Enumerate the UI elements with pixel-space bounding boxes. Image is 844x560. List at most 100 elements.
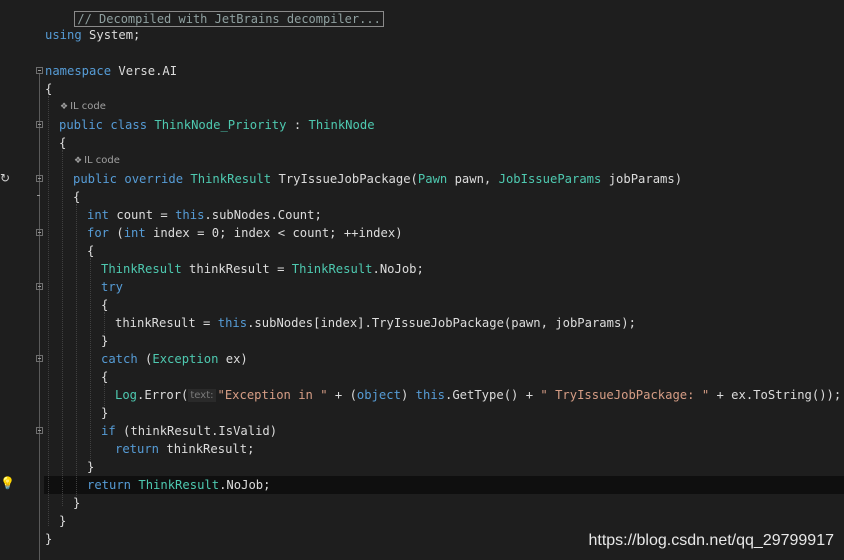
type-name: ThinkResult — [138, 478, 220, 492]
code-line-class[interactable]: public class ThinkNode_Priority : ThinkN… — [59, 116, 375, 134]
type-name: ThinkResult — [101, 262, 182, 276]
fold-toggle-if[interactable] — [36, 427, 43, 434]
keyword: public — [59, 118, 104, 132]
code-line-if[interactable]: if (thinkResult.IsValid) — [101, 422, 277, 440]
fold-toggle-try[interactable] — [36, 283, 43, 290]
code-line-for[interactable]: for (int index = 0; index < count; ++ind… — [87, 224, 403, 242]
code-line-brace[interactable]: { — [101, 368, 108, 386]
code-text: + ex.ToString()); — [709, 388, 842, 402]
indent-guide — [76, 204, 77, 500]
fold-end-marker — [36, 193, 43, 200]
indent-guide — [90, 258, 91, 464]
code-text: ex) — [218, 352, 248, 366]
namespace-name: Verse.AI — [111, 64, 178, 78]
code-line-brace[interactable]: { — [87, 242, 94, 260]
code-line-log[interactable]: Log.Error(text: "Exception in " + (object… — [115, 386, 841, 404]
code-text: pawn, — [447, 172, 499, 186]
code-text: + ( — [327, 388, 357, 402]
code-text: .NoJob; — [219, 478, 271, 492]
fold-line — [39, 74, 40, 560]
code-text: .subNodes.Count; — [204, 208, 322, 222]
lightbulb-icon[interactable]: 💡 — [0, 476, 15, 490]
keyword: this — [175, 208, 205, 222]
code-text: .NoJob; — [372, 262, 424, 276]
code-text: System; — [81, 28, 141, 42]
code-text: (thinkResult.IsValid) — [115, 424, 278, 438]
code-line-count[interactable]: int count = this.subNodes.Count; — [87, 206, 322, 224]
diamond-icon: ❖ — [60, 102, 69, 112]
code-line-thinkresult[interactable]: ThinkResult thinkResult = ThinkResult.No… — [101, 260, 424, 278]
code-text: jobParams) — [601, 172, 683, 186]
keyword: int — [123, 226, 146, 240]
code-line-catch[interactable]: catch (Exception ex) — [101, 350, 248, 368]
code-line-brace[interactable]: { — [101, 296, 108, 314]
watermark-text: https://blog.csdn.net/qq_29799917 — [588, 532, 834, 549]
fold-toggle-method[interactable] — [36, 175, 43, 182]
collapsed-region[interactable]: // Decompiled with JetBrains decompiler.… — [74, 11, 384, 27]
fold-toggle-class[interactable] — [36, 121, 43, 128]
code-line-namespace[interactable]: namespace Verse.AI — [45, 62, 177, 80]
il-code-lens[interactable]: ❖ IL code — [60, 100, 106, 114]
type-name: ThinkResult — [291, 262, 373, 276]
code-text: count = — [109, 208, 176, 222]
keyword: return — [115, 442, 160, 456]
type-name: Log — [115, 388, 138, 402]
type-name: JobIssueParams — [498, 172, 602, 186]
code-text: TryIssueJobPackage( — [271, 172, 418, 186]
string-literal: "Exception in " — [217, 388, 328, 402]
code-text: ) — [400, 388, 416, 402]
type-name: ThinkNode — [308, 118, 375, 132]
il-code-lens[interactable]: ❖ IL code — [74, 154, 120, 168]
indent-guide — [62, 150, 63, 506]
brace: { — [101, 370, 109, 384]
code-line-brace[interactable]: } — [73, 494, 80, 512]
fold-toggle-namespace[interactable] — [36, 67, 43, 74]
code-line-brace[interactable]: } — [87, 458, 94, 476]
keyword-using: using — [45, 28, 82, 42]
keyword: class — [110, 118, 148, 132]
code-line-using[interactable]: using System; — [45, 26, 140, 44]
fold-toggle-catch[interactable] — [36, 355, 43, 362]
code-text: thinkResult; — [159, 442, 255, 456]
code-text: .GetType() + — [445, 388, 541, 402]
code-line-try[interactable]: try — [101, 278, 123, 296]
parameter-hint: text: — [188, 389, 216, 402]
code-line-brace[interactable]: } — [101, 332, 108, 350]
code-text: : — [286, 118, 309, 132]
diamond-icon: ❖ — [74, 156, 83, 166]
code-text: thinkResult = — [115, 316, 218, 330]
indent-guide — [48, 96, 49, 526]
code-line-assign[interactable]: thinkResult = this.subNodes[index].TryIs… — [115, 314, 636, 332]
code-line-collapsed[interactable]: // Decompiled with JetBrains decompiler.… — [45, 0, 384, 27]
code-line-brace[interactable]: { — [45, 80, 52, 98]
code-text: thinkResult = — [181, 262, 292, 276]
brace: { — [73, 190, 81, 204]
code-line-brace[interactable]: { — [73, 188, 80, 206]
code-line-return[interactable]: return ThinkResult.NoJob; — [87, 476, 270, 494]
type-name: ThinkResult — [190, 172, 272, 186]
brace: { — [101, 298, 109, 312]
code-text: .Error( — [137, 388, 189, 402]
brace: } — [59, 514, 67, 528]
code-line-brace[interactable]: } — [101, 404, 108, 422]
code-text: ( — [109, 226, 124, 240]
code-line-brace[interactable]: { — [59, 134, 66, 152]
refresh-icon[interactable]: ↻ — [0, 171, 10, 185]
type-name: Pawn — [417, 172, 448, 186]
code-editor[interactable]: ↻ 💡 // Decompiled with JetBrains decompi… — [0, 0, 844, 560]
fold-toggle-for[interactable] — [36, 229, 43, 236]
brace: } — [101, 406, 109, 420]
code-line-brace[interactable]: } — [45, 530, 52, 548]
keyword: override — [124, 172, 184, 186]
code-text: .subNodes[index].TryIssueJobPackage(pawn… — [247, 316, 636, 330]
brace: } — [45, 532, 53, 546]
keyword: if — [101, 424, 116, 438]
keyword: try — [101, 280, 124, 294]
keyword: object — [356, 388, 401, 402]
code-line-method[interactable]: public override ThinkResult TryIssueJobP… — [73, 170, 682, 188]
il-code-label: IL code — [84, 155, 120, 166]
brace: { — [87, 244, 95, 258]
code-line-return[interactable]: return thinkResult; — [115, 440, 254, 458]
keyword: this — [217, 316, 248, 330]
code-line-brace[interactable]: } — [59, 512, 66, 530]
